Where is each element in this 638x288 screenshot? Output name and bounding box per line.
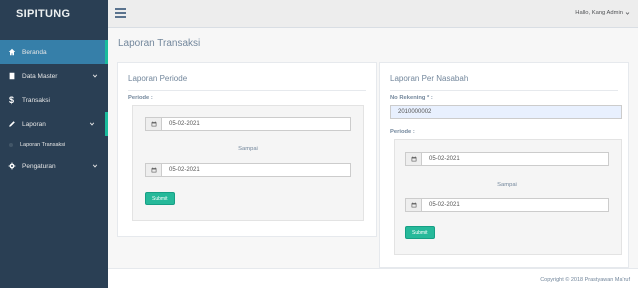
periode-label: Periode : — [390, 129, 415, 135]
sidebar-item-label: Data Master — [22, 72, 58, 80]
sidebar-item-beranda[interactable]: Beranda — [0, 40, 108, 64]
user-menu[interactable]: Hallo, Kang Admin — [575, 10, 630, 16]
home-icon — [7, 48, 16, 56]
sidebar-subitem-laporan-transaksi[interactable]: Laporan Transaksi — [0, 136, 108, 154]
app-brand[interactable]: SIPITUNG — [0, 0, 108, 28]
book-icon — [7, 72, 16, 80]
dollar-icon: $ — [8, 95, 14, 105]
periode-well: 05-02-2021 Sampai 05-02-2021 Submit — [132, 105, 364, 221]
sidebar-item-transaksi[interactable]: $ Transaksi — [0, 88, 108, 112]
periode-well: 05-02-2021 Sampai 05-02-2021 Submit — [394, 139, 622, 255]
date-to-field[interactable]: 05-02-2021 — [405, 198, 609, 212]
chevron-down-icon — [92, 74, 98, 78]
page-title: Laporan Transaksi — [118, 38, 201, 49]
calendar-icon — [146, 164, 162, 176]
bullet-dot — [9, 143, 13, 147]
submit-button[interactable]: Submit — [145, 192, 175, 205]
menu-toggle-icon[interactable] — [115, 8, 126, 18]
main-content: Laporan Transaksi Laporan Periode Period… — [108, 28, 638, 288]
sidebar-item-laporan[interactable]: Laporan — [0, 112, 108, 136]
footer: Copyright © 2018 Prastyawan Ma'ruf — [108, 268, 638, 288]
calendar-icon — [406, 153, 422, 165]
chevron-down-icon — [89, 122, 95, 126]
panel-title: Laporan Periode — [128, 74, 188, 83]
copyright-text: Copyright © 2018 Prastyawan Ma'ruf — [540, 277, 630, 283]
pencil-icon — [7, 120, 16, 128]
periode-label: Periode : — [128, 95, 153, 101]
calendar-icon — [146, 118, 162, 130]
submit-button[interactable]: Submit — [405, 226, 435, 239]
gear-icon — [7, 162, 16, 170]
sidebar-item-data-master[interactable]: Data Master — [0, 64, 108, 88]
rekening-field[interactable]: 2010000002 — [390, 105, 622, 119]
top-nav: Hallo, Kang Admin — [108, 0, 638, 28]
rekening-label: No Rekening * : — [390, 95, 433, 101]
sidebar-item-label: Transaksi — [22, 96, 50, 104]
chevron-down-icon — [92, 164, 98, 168]
nasabah-panel: Laporan Per Nasabah No Rekening * : 2010… — [379, 62, 629, 268]
sidebar-item-label: Laporan — [22, 120, 46, 128]
sidebar-subitem-label: Laporan Transaksi — [20, 142, 66, 148]
sidebar-item-label: Pengaturan — [22, 162, 56, 170]
date-to-field[interactable]: 05-02-2021 — [145, 163, 351, 177]
user-greeting: Hallo, Kang Admin — [575, 10, 623, 16]
sidebar: SIPITUNG Beranda Data Master $ Transaksi… — [0, 0, 108, 288]
date-from-field[interactable]: 05-02-2021 — [145, 117, 351, 131]
sampai-label: Sampai — [497, 182, 517, 188]
periode-panel: Laporan Periode Periode : 05-02-2021 Sam… — [117, 62, 377, 237]
chevron-down-icon — [625, 11, 630, 15]
calendar-icon — [406, 199, 422, 211]
date-from-field[interactable]: 05-02-2021 — [405, 152, 609, 166]
panel-title: Laporan Per Nasabah — [390, 74, 469, 83]
sidebar-item-label: Beranda — [22, 48, 47, 56]
sampai-label: Sampai — [238, 146, 258, 152]
sidebar-item-pengaturan[interactable]: Pengaturan — [0, 154, 108, 178]
